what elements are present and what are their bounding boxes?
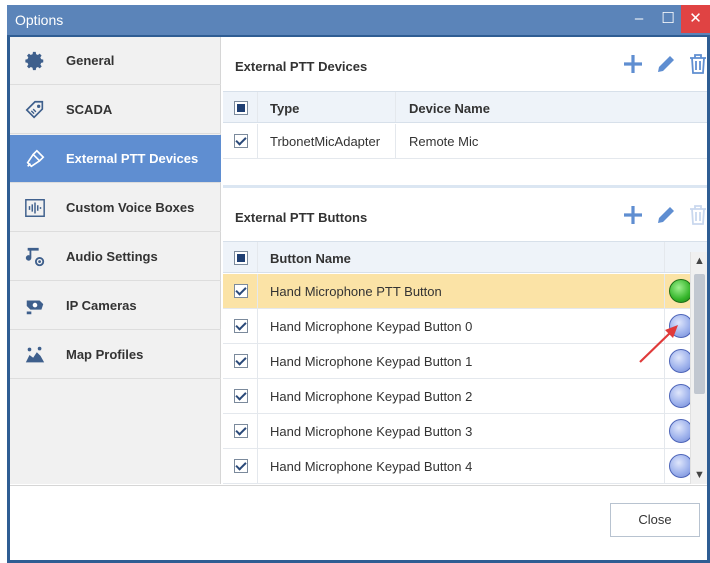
button-name-cell: Hand Microphone Keypad Button 2 — [270, 389, 473, 404]
row-checkbox[interactable] — [234, 319, 248, 333]
select-all-checkbox[interactable] — [234, 101, 248, 115]
table-row[interactable]: Hand Microphone Keypad Button 0 — [223, 309, 707, 344]
sidebar-item-label: IP Cameras — [66, 298, 137, 313]
minimize-button[interactable]: – — [625, 5, 653, 33]
sidebar-item-scada[interactable]: SCADA — [10, 86, 221, 134]
audio-settings-icon — [25, 247, 45, 267]
edit-icon[interactable] — [654, 203, 678, 227]
column-header-device-name[interactable]: Device Name — [409, 101, 490, 116]
options-window: Options – ☐ ✕ General SCADA External PTT… — [7, 5, 710, 563]
dialog-footer: Close — [10, 485, 707, 560]
sidebar-item-label: External PTT Devices — [66, 151, 199, 166]
column-header-button-name[interactable]: Button Name — [270, 251, 351, 266]
table-row[interactable]: Hand Microphone Keypad Button 1 — [223, 344, 707, 379]
sidebar-item-custom-voice-boxes[interactable]: Custom Voice Boxes — [10, 184, 221, 232]
maximize-button[interactable]: ☐ — [654, 5, 682, 33]
delete-icon[interactable] — [686, 52, 710, 76]
sidebar: General SCADA External PTT Devices Custo… — [10, 37, 221, 484]
map-icon — [25, 346, 45, 363]
scroll-down-arrow-icon[interactable]: ▼ — [691, 466, 708, 484]
column-header-type[interactable]: Type — [270, 101, 299, 116]
button-name-cell: Hand Microphone Keypad Button 0 — [270, 319, 473, 334]
external-ptt-buttons-panel: External PTT Buttons Button Name Hand Mi… — [223, 188, 707, 484]
sidebar-item-ip-cameras[interactable]: IP Cameras — [10, 282, 221, 330]
close-button[interactable]: Close — [610, 503, 700, 537]
scroll-up-arrow-icon[interactable]: ▲ — [691, 252, 708, 270]
delete-icon — [690, 205, 706, 225]
options-content: General SCADA External PTT Devices Custo… — [10, 37, 707, 560]
table-row[interactable]: Hand Microphone Keypad Button 2 — [223, 379, 707, 414]
sidebar-item-label: Audio Settings — [66, 249, 158, 264]
external-ptt-devices-panel: External PTT Devices Type Device Name Tr… — [223, 37, 707, 185]
red-arrow-annotation-icon — [639, 325, 678, 363]
table-row[interactable]: Hand Microphone Keypad Button 4 — [223, 449, 707, 484]
select-all-checkbox[interactable] — [234, 251, 248, 265]
sidebar-item-label: Map Profiles — [66, 347, 144, 362]
add-icon[interactable] — [621, 52, 645, 76]
camera-icon — [26, 300, 44, 315]
tag-icon — [25, 100, 44, 119]
sidebar-item-label: SCADA — [66, 102, 113, 117]
table-row[interactable]: Hand Microphone Keypad Button 3 — [223, 414, 707, 449]
add-icon[interactable] — [621, 203, 645, 227]
button-name-cell: Hand Microphone Keypad Button 4 — [270, 459, 473, 474]
button-name-cell: Hand Microphone Keypad Button 3 — [270, 424, 473, 439]
sidebar-item-label: Custom Voice Boxes — [66, 200, 195, 215]
row-checkbox[interactable] — [234, 284, 248, 298]
button-name-cell: Hand Microphone Keypad Button 1 — [270, 354, 473, 369]
title-bar[interactable]: Options – ☐ ✕ — [7, 5, 710, 35]
audio-waveform-icon — [25, 199, 45, 217]
table-row[interactable]: Hand Microphone PTT Button — [223, 274, 707, 309]
row-checkbox[interactable] — [234, 459, 248, 473]
scrollbar-thumb[interactable] — [694, 274, 705, 394]
vertical-scrollbar[interactable]: ▲ ▼ — [690, 252, 707, 484]
device-name-cell: Remote Mic — [409, 134, 479, 149]
buttons-grid-header: Button Name — [223, 241, 707, 273]
window-title: Options — [15, 12, 64, 28]
row-checkbox[interactable] — [234, 354, 248, 368]
row-checkbox[interactable] — [234, 389, 248, 403]
sidebar-item-external-ptt-devices[interactable]: External PTT Devices — [10, 135, 221, 183]
sidebar-item-map-profiles[interactable]: Map Profiles — [10, 331, 221, 379]
microphone-icon — [26, 149, 45, 168]
row-checkbox[interactable] — [234, 134, 248, 148]
panel-title: External PTT Buttons — [235, 210, 368, 225]
row-checkbox[interactable] — [234, 424, 248, 438]
panel-title: External PTT Devices — [235, 59, 368, 74]
sidebar-item-audio-settings[interactable]: Audio Settings — [10, 233, 221, 281]
close-window-button[interactable]: ✕ — [681, 5, 710, 33]
device-type-cell: TrbonetMicAdapter — [270, 134, 381, 149]
button-name-cell: Hand Microphone PTT Button — [270, 284, 442, 299]
edit-icon[interactable] — [654, 52, 678, 76]
sidebar-item-general[interactable]: General — [10, 37, 221, 85]
table-row[interactable]: TrbonetMicAdapter Remote Mic — [223, 124, 707, 159]
gear-icon — [25, 51, 44, 71]
sidebar-item-label: General — [66, 53, 115, 68]
devices-grid-header: Type Device Name — [223, 91, 707, 123]
